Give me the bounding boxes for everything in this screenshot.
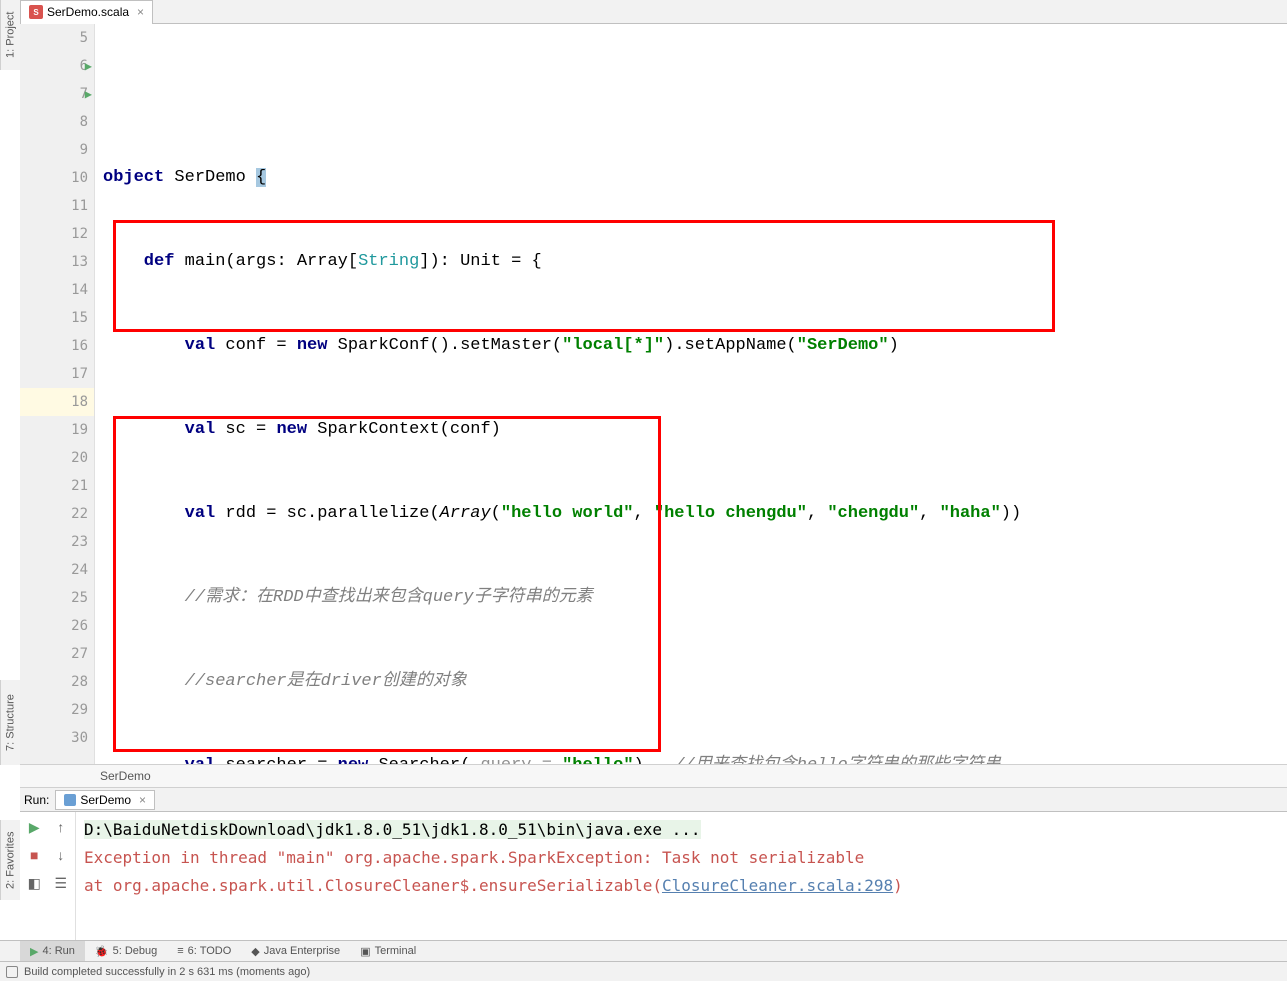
- terminal-icon: ▣: [360, 945, 370, 958]
- scala-file-icon: S: [29, 5, 43, 19]
- run-label: Run:: [24, 793, 49, 807]
- line-number: 21: [20, 472, 94, 500]
- print-button[interactable]: ☰: [49, 870, 74, 896]
- line-number: 15: [20, 304, 94, 332]
- line-number: 27: [20, 640, 94, 668]
- gutter: 5 6▶ 7▶ 8 9 10 11 12 13 14 15 16 17 18 1…: [20, 24, 95, 764]
- line-number: 10: [20, 164, 94, 192]
- code-line: //需求：在RDD中查找出来包含query子字符串的元素: [95, 584, 1287, 612]
- line-number: 7▶: [20, 80, 94, 108]
- console-command: D:\BaiduNetdiskDownload\jdk1.8.0_51\jdk1…: [84, 820, 701, 839]
- down-button[interactable]: ↓: [49, 842, 74, 868]
- line-number: 26: [20, 612, 94, 640]
- file-tab-serdemo[interactable]: S SerDemo.scala ×: [20, 0, 153, 24]
- line-number: 5: [20, 24, 94, 52]
- sidebar-tab-favorites[interactable]: 2: Favorites: [0, 820, 20, 900]
- jee-icon: ◆: [251, 945, 259, 958]
- line-number: 22: [20, 500, 94, 528]
- tab-todo[interactable]: ≡6: TODO: [167, 941, 241, 961]
- editor: 5 6▶ 7▶ 8 9 10 11 12 13 14 15 16 17 18 1…: [20, 24, 1287, 764]
- code-line: val sc = new SparkContext(conf): [95, 416, 1287, 444]
- rerun-button[interactable]: ▶: [22, 814, 47, 840]
- line-number: 30: [20, 724, 94, 752]
- sidebar-tab-structure[interactable]: 7: Structure: [0, 680, 20, 765]
- highlight-box-1: [113, 220, 1055, 332]
- breadcrumb[interactable]: SerDemo: [20, 764, 1287, 788]
- sidebar-tab-project[interactable]: 1: Project: [0, 0, 20, 70]
- tab-terminal[interactable]: ▣Terminal: [350, 941, 426, 961]
- code-line: val searcher = new Searcher( query = "he…: [95, 752, 1287, 764]
- line-number: 16: [20, 332, 94, 360]
- code-line: object SerDemo {: [95, 164, 1287, 192]
- up-button[interactable]: ↑: [49, 814, 74, 840]
- line-number: 17: [20, 360, 94, 388]
- line-number: 11: [20, 192, 94, 220]
- code-line: //searcher是在driver创建的对象: [95, 668, 1287, 696]
- line-number: 12: [20, 220, 94, 248]
- stop-button[interactable]: ■: [22, 842, 47, 868]
- line-number: 18: [20, 388, 94, 416]
- source-link[interactable]: ClosureCleaner.scala:298: [662, 876, 893, 895]
- line-number: 29: [20, 696, 94, 724]
- editor-tab-bar: S SerDemo.scala ×: [20, 0, 1287, 24]
- line-number: 13: [20, 248, 94, 276]
- line-number: 9: [20, 136, 94, 164]
- file-tab-label: SerDemo.scala: [47, 5, 129, 19]
- line-number: 19: [20, 416, 94, 444]
- tab-java-enterprise[interactable]: ◆Java Enterprise: [241, 941, 350, 961]
- status-message: Build completed successfully in 2 s 631 …: [24, 966, 310, 978]
- run-panel: Run: SerDemo × ▶ ↑ ■ ↓ ◧ ☰ D:\BaiduNetdi…: [20, 788, 1287, 940]
- line-number: 28: [20, 668, 94, 696]
- bug-icon: 🐞: [95, 945, 109, 958]
- run-tab-serdemo[interactable]: SerDemo ×: [55, 790, 155, 810]
- run-config-icon: [64, 794, 76, 806]
- console-output[interactable]: D:\BaiduNetdiskDownload\jdk1.8.0_51\jdk1…: [76, 812, 1287, 940]
- line-number: 8: [20, 108, 94, 136]
- line-number: 6▶: [20, 52, 94, 80]
- close-icon[interactable]: ×: [137, 5, 144, 19]
- tab-run[interactable]: ▶4: Run: [20, 941, 85, 961]
- console-stacktrace: at org.apache.spark.util.ClosureCleaner$…: [84, 872, 1279, 900]
- code-line: val conf = new SparkConf().setMaster("lo…: [95, 332, 1287, 360]
- run-toolbar: ▶ ↑ ■ ↓ ◧ ☰: [20, 812, 76, 940]
- console-error: Exception in thread "main" org.apache.sp…: [84, 844, 1279, 872]
- screenshot-button[interactable]: ◧: [22, 870, 47, 896]
- status-icon[interactable]: [6, 966, 18, 978]
- close-icon[interactable]: ×: [139, 793, 146, 807]
- run-panel-header: Run: SerDemo ×: [20, 788, 1287, 812]
- play-icon: ▶: [30, 945, 38, 958]
- code-line: def main(args: Array[String]): Unit = {: [95, 248, 1287, 276]
- run-gutter-icon[interactable]: ▶: [85, 87, 92, 101]
- line-number: 24: [20, 556, 94, 584]
- code-line: val rdd = sc.parallelize(Array("hello wo…: [95, 500, 1287, 528]
- tab-debug[interactable]: 🐞5: Debug: [85, 941, 167, 961]
- code-line: [95, 80, 1287, 108]
- status-bar: Build completed successfully in 2 s 631 …: [0, 961, 1287, 981]
- line-number: 14: [20, 276, 94, 304]
- bottom-tool-tabs: ▶4: Run 🐞5: Debug ≡6: TODO ◆Java Enterpr…: [0, 940, 1287, 961]
- code-content[interactable]: object SerDemo { def main(args: Array[St…: [95, 24, 1287, 764]
- line-number: 20: [20, 444, 94, 472]
- line-number: 23: [20, 528, 94, 556]
- line-number: 25: [20, 584, 94, 612]
- run-gutter-icon[interactable]: ▶: [85, 59, 92, 73]
- run-tab-label: SerDemo: [80, 793, 131, 807]
- todo-icon: ≡: [177, 945, 183, 957]
